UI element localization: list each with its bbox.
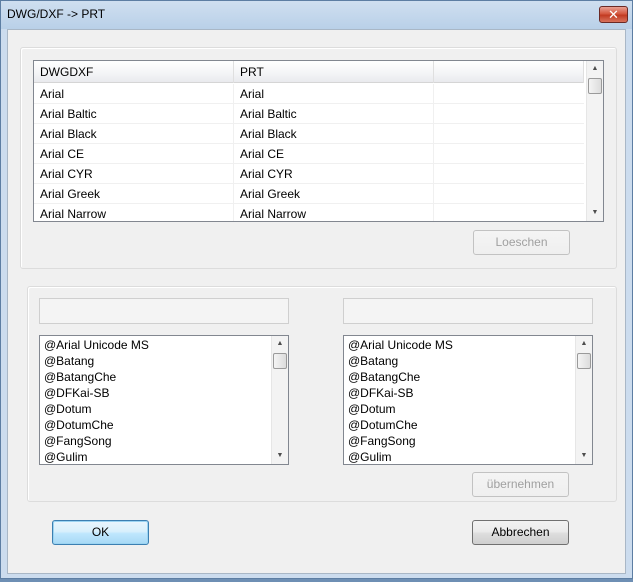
- table-cell-dwgdxf: Arial CYR: [34, 164, 234, 184]
- list-item[interactable]: @BatangChe: [348, 369, 420, 385]
- list-item[interactable]: @Batang: [348, 353, 398, 369]
- list-item[interactable]: @DotumChe: [348, 417, 418, 433]
- list-item[interactable]: @Arial Unicode MS: [348, 337, 453, 353]
- table-row[interactable]: Arial CE Arial CE: [34, 144, 584, 164]
- list-item[interactable]: @Dotum: [348, 401, 396, 417]
- scroll-up-icon[interactable]: ▲: [587, 61, 603, 77]
- table-cell-prt: Arial CYR: [234, 164, 434, 184]
- scroll-down-icon[interactable]: ▼: [576, 448, 592, 464]
- target-font-scrollbar[interactable]: ▲ ▼: [575, 336, 592, 464]
- ok-button[interactable]: OK: [52, 520, 149, 545]
- window-title: DWG/DXF -> PRT: [7, 7, 106, 21]
- table-row[interactable]: Arial Arial: [34, 84, 584, 104]
- target-font-field[interactable]: [343, 298, 593, 324]
- apply-button[interactable]: übernehmen: [472, 472, 569, 497]
- table-cell-dwgdxf: Arial Baltic: [34, 104, 234, 124]
- list-item[interactable]: @FangSong: [44, 433, 112, 449]
- target-font-listbox[interactable]: @Arial Unicode MS @Batang @BatangChe @DF…: [343, 335, 593, 465]
- table-cell-prt: Arial Narrow: [234, 204, 434, 221]
- mapping-scrollbar[interactable]: ▲ ▼: [586, 61, 603, 221]
- table-cell-dwgdxf: Arial Greek: [34, 184, 234, 204]
- scroll-up-icon[interactable]: ▲: [272, 336, 288, 352]
- table-row[interactable]: Arial Black Arial Black: [34, 124, 584, 144]
- scrollbar-thumb[interactable]: [273, 353, 287, 369]
- list-item[interactable]: @Gulim: [44, 449, 88, 464]
- list-item[interactable]: @Dotum: [44, 401, 92, 417]
- column-header-prt[interactable]: PRT: [234, 61, 434, 83]
- scrollbar-thumb[interactable]: [577, 353, 591, 369]
- scroll-down-icon[interactable]: ▼: [272, 448, 288, 464]
- table-cell-prt: Arial Black: [234, 124, 434, 144]
- list-item[interactable]: @FangSong: [348, 433, 416, 449]
- list-item[interactable]: @DFKai-SB: [348, 385, 414, 401]
- table-cell-prt: Arial Baltic: [234, 104, 434, 124]
- dialog-window: DWG/DXF -> PRT ✕ DWGDXF PRT Arial Arial …: [0, 0, 633, 579]
- column-header-empty: [434, 61, 584, 83]
- list-item[interactable]: @Arial Unicode MS: [44, 337, 149, 353]
- column-header-dwgdxf[interactable]: DWGDXF: [34, 61, 234, 83]
- delete-button[interactable]: Loeschen: [473, 230, 570, 255]
- scroll-up-icon[interactable]: ▲: [576, 336, 592, 352]
- list-item[interactable]: @DFKai-SB: [44, 385, 110, 401]
- list-item[interactable]: @Gulim: [348, 449, 392, 464]
- table-cell-prt: Arial: [234, 84, 434, 104]
- list-item[interactable]: @BatangChe: [44, 369, 116, 385]
- table-row[interactable]: Arial Greek Arial Greek: [34, 184, 584, 204]
- table-cell-dwgdxf: Arial: [34, 84, 234, 104]
- source-font-scrollbar[interactable]: ▲ ▼: [271, 336, 288, 464]
- source-font-field[interactable]: [39, 298, 289, 324]
- table-cell-dwgdxf: Arial Narrow: [34, 204, 234, 221]
- scroll-down-icon[interactable]: ▼: [587, 205, 603, 221]
- scrollbar-thumb[interactable]: [588, 78, 602, 94]
- table-cell-dwgdxf: Arial CE: [34, 144, 234, 164]
- close-button[interactable]: ✕: [599, 6, 628, 23]
- cancel-button[interactable]: Abbrechen: [472, 520, 569, 545]
- table-cell-dwgdxf: Arial Black: [34, 124, 234, 144]
- table-cell-prt: Arial CE: [234, 144, 434, 164]
- table-cell-prt: Arial Greek: [234, 184, 434, 204]
- mapping-listview[interactable]: DWGDXF PRT Arial Arial Arial Baltic Aria…: [33, 60, 604, 222]
- mapping-listview-header: DWGDXF PRT: [34, 61, 584, 83]
- list-item[interactable]: @Batang: [44, 353, 94, 369]
- table-row[interactable]: Arial CYR Arial CYR: [34, 164, 584, 184]
- table-row[interactable]: Arial Narrow Arial Narrow: [34, 204, 584, 221]
- dialog-client-area: DWGDXF PRT Arial Arial Arial Baltic Aria…: [7, 29, 626, 574]
- source-font-listbox[interactable]: @Arial Unicode MS @Batang @BatangChe @DF…: [39, 335, 289, 465]
- title-bar[interactable]: DWG/DXF -> PRT ✕: [1, 1, 632, 29]
- table-row[interactable]: Arial Baltic Arial Baltic: [34, 104, 584, 124]
- list-item[interactable]: @DotumChe: [44, 417, 114, 433]
